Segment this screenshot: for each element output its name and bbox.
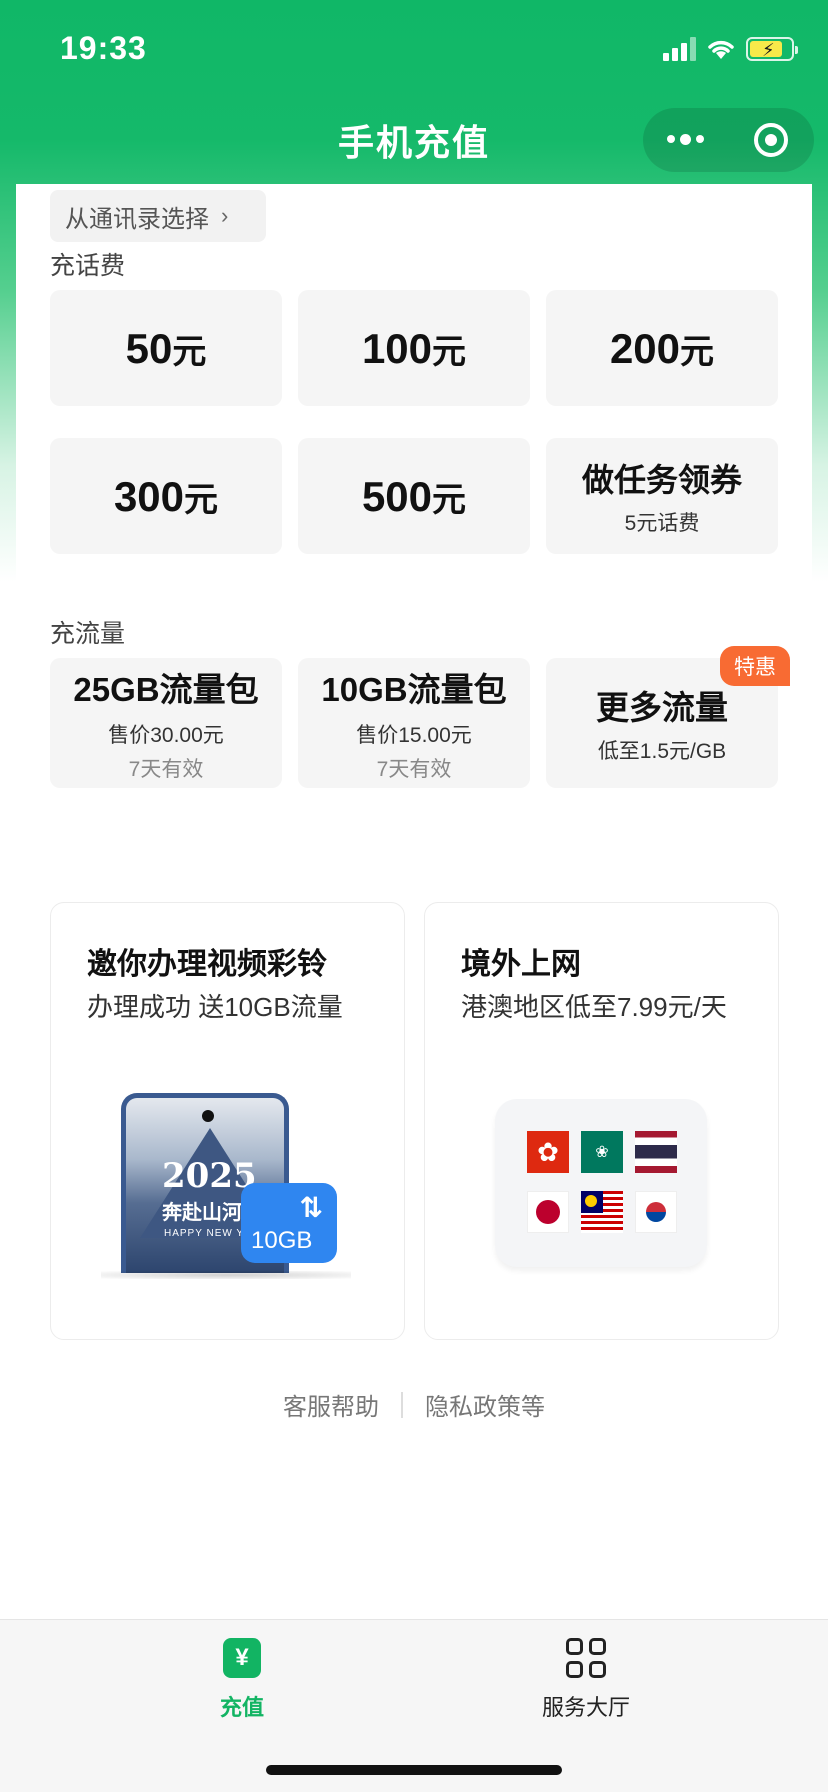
data-chip-badge: ⇅ 10GB xyxy=(241,1183,337,1263)
data-section-title: 充流量 xyxy=(50,620,126,648)
package-price: 售价15.00元 xyxy=(356,724,472,747)
tab-label: 充值 xyxy=(219,1695,264,1720)
south-korea-flag-icon xyxy=(635,1191,677,1233)
package-title: 25GB流量包 xyxy=(73,671,259,708)
main-card: 从通讯录选择 › 充话费 50元 100元 200元 300元 500元 做任务… xyxy=(16,184,812,1624)
package-title: 10GB流量包 xyxy=(321,671,507,708)
special-offer-badge: 特惠 xyxy=(720,646,790,686)
topup-amount: 100 xyxy=(361,324,433,372)
wifi-icon xyxy=(708,40,734,59)
flags-illustration: ✿ ❀ xyxy=(495,1099,707,1267)
grid-icon xyxy=(566,1638,606,1678)
tab-service-hall[interactable]: 服务大厅 xyxy=(486,1638,686,1722)
currency-unit: 元 xyxy=(184,480,219,519)
camera-dot xyxy=(202,1110,214,1122)
data-package-25gb[interactable]: 25GB流量包 售价30.00元 7天有效 xyxy=(50,658,282,788)
status-time: 19:33 xyxy=(60,30,147,66)
topup-option-500[interactable]: 500元 xyxy=(298,438,530,554)
footer-links: 客服帮助 隐私政策等 xyxy=(16,1387,812,1422)
topup-option-300[interactable]: 300元 xyxy=(50,438,282,554)
roaming-promo-card[interactable]: 境外上网 港澳地区低至7.99元/天 ✿ ❀ xyxy=(424,902,779,1340)
phone-data-illustration: 2025 奔赴山河 HAPPY NEW YEAR ⇅ 10GB xyxy=(101,1093,351,1283)
data-package-10gb[interactable]: 10GB流量包 售价15.00元 7天有效 xyxy=(298,658,530,788)
illustration-slogan: 奔赴山河 xyxy=(162,1202,242,1224)
data-transfer-icon: ⇅ xyxy=(299,1192,323,1223)
more-data-tile[interactable]: 特惠 更多流量 低至1.5元/GB xyxy=(546,646,790,788)
package-validity: 7天有效 xyxy=(376,758,452,781)
status-icons: ⚡ xyxy=(663,34,798,64)
task-subtitle: 5元话费 xyxy=(624,512,700,535)
thailand-flag-icon xyxy=(635,1131,677,1173)
topup-amount: 200 xyxy=(609,324,681,372)
customer-service-link[interactable]: 客服帮助 xyxy=(283,1387,379,1422)
data-chip-label: 10GB xyxy=(251,1227,313,1254)
topup-section-title: 充话费 xyxy=(50,252,126,280)
privacy-policy-link[interactable]: 隐私政策等 xyxy=(425,1387,545,1422)
topup-option-50[interactable]: 50元 xyxy=(50,290,282,406)
chevron-right-icon: › xyxy=(221,203,229,228)
contacts-label: 从通讯录选择 xyxy=(65,205,209,233)
macau-flag-icon: ❀ xyxy=(581,1131,623,1173)
hong-kong-flag-icon: ✿ xyxy=(527,1131,569,1173)
currency-unit: 元 xyxy=(172,332,207,371)
mini-program-capsule xyxy=(643,108,814,172)
topup-option-200[interactable]: 200元 xyxy=(546,290,778,406)
divider xyxy=(401,1391,403,1418)
currency-unit: 元 xyxy=(432,332,467,371)
topup-amount: 300 xyxy=(113,472,185,520)
malaysia-flag-icon xyxy=(581,1191,623,1233)
video-ringtone-promo-card[interactable]: 邀你办理视频彩铃 办理成功 送10GB流量 2025 奔赴山河 HAPPY NE… xyxy=(50,902,405,1340)
cellular-signal-icon xyxy=(663,37,696,61)
yuan-icon: ¥ xyxy=(223,1638,261,1678)
tab-label: 服务大厅 xyxy=(541,1695,630,1720)
topup-amount: 50 xyxy=(125,324,173,372)
currency-unit: 元 xyxy=(432,480,467,519)
package-validity: 7天有效 xyxy=(128,758,204,781)
task-coupon-tile[interactable]: 做任务领券 5元话费 xyxy=(546,438,778,554)
promo-title: 境外上网 xyxy=(461,948,581,981)
currency-unit: 元 xyxy=(680,332,715,371)
more-data-title: 更多流量 xyxy=(596,689,728,726)
promo-subtitle: 办理成功 送10GB流量 xyxy=(87,992,343,1022)
promo-title: 邀你办理视频彩铃 xyxy=(87,948,327,981)
status-bar: 19:33 ⚡ xyxy=(0,0,828,100)
home-indicator xyxy=(266,1765,562,1775)
more-dots-icon xyxy=(667,134,705,145)
japan-flag-icon xyxy=(527,1191,569,1233)
more-data-subtitle: 低至1.5元/GB xyxy=(597,740,727,763)
task-title: 做任务领券 xyxy=(581,462,742,498)
battery-icon: ⚡ xyxy=(746,37,798,61)
promo-subtitle: 港澳地区低至7.99元/天 xyxy=(461,992,727,1022)
topup-amount: 500 xyxy=(361,472,433,520)
select-from-contacts-button[interactable]: 从通讯录选择 › xyxy=(50,190,266,242)
package-price: 售价30.00元 xyxy=(108,724,224,747)
target-icon xyxy=(754,123,789,157)
tab-recharge[interactable]: ¥ 充值 xyxy=(142,1638,342,1722)
close-mini-program-button[interactable] xyxy=(729,108,815,172)
topup-option-100[interactable]: 100元 xyxy=(298,290,530,406)
more-options-button[interactable] xyxy=(643,108,729,172)
